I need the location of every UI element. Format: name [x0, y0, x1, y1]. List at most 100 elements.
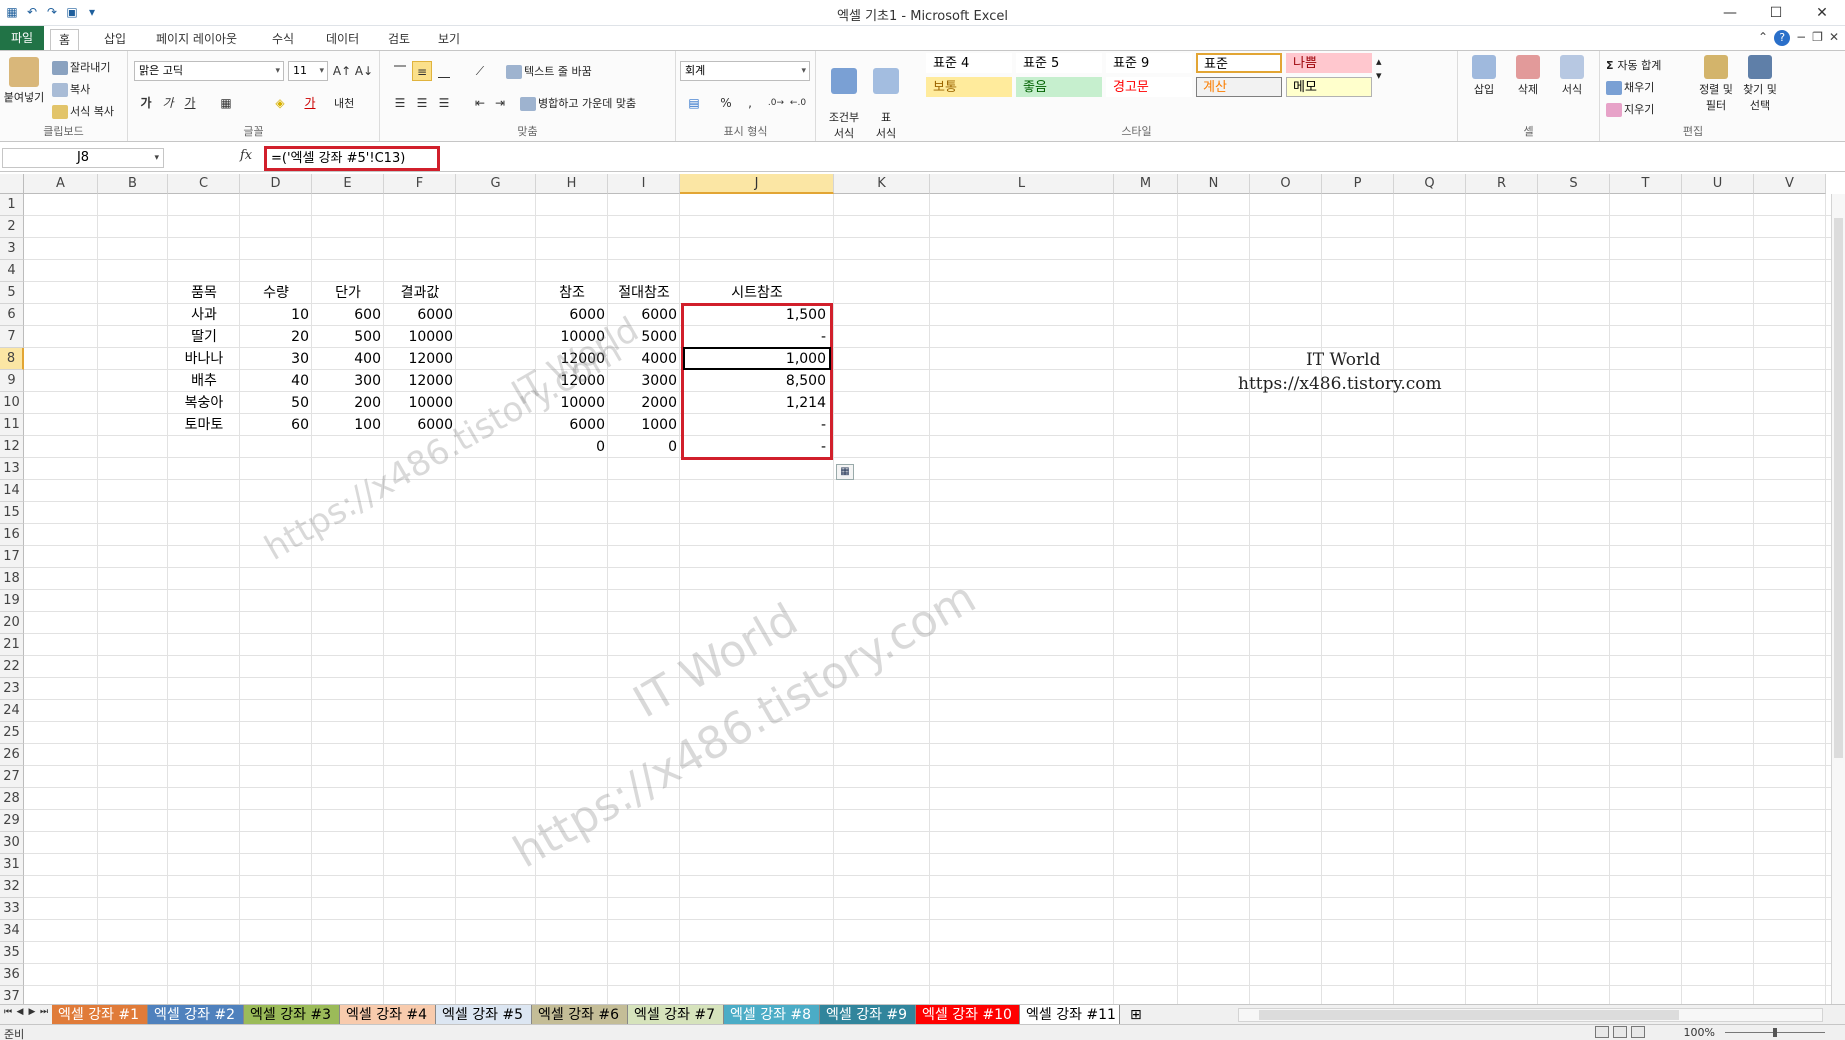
row-header-30[interactable]: 30: [0, 832, 24, 854]
price-cell[interactable]: 600: [312, 304, 384, 326]
row-header-12[interactable]: 12: [0, 436, 24, 458]
percent-button[interactable]: %: [716, 93, 736, 113]
border-icon[interactable]: ▦: [216, 93, 236, 113]
row-header-21[interactable]: 21: [0, 634, 24, 656]
row-header-1[interactable]: 1: [0, 194, 24, 216]
column-header-g[interactable]: G: [456, 174, 536, 194]
cell-style-9[interactable]: 메모: [1286, 77, 1372, 97]
header-cell-absref[interactable]: 절대참조: [608, 282, 680, 304]
header-cell-qty[interactable]: 수량: [240, 282, 312, 304]
column-header-n[interactable]: N: [1178, 174, 1250, 194]
column-header-p[interactable]: P: [1322, 174, 1394, 194]
row-header-37[interactable]: 37: [0, 986, 24, 1004]
column-header-q[interactable]: Q: [1394, 174, 1466, 194]
row-header-29[interactable]: 29: [0, 810, 24, 832]
row-header-22[interactable]: 22: [0, 656, 24, 678]
column-header-r[interactable]: R: [1466, 174, 1538, 194]
row-header-5[interactable]: 5: [0, 282, 24, 304]
absref-cell[interactable]: 0: [608, 436, 680, 458]
find-select-button[interactable]: 찾기 및 선택: [1738, 51, 1782, 113]
format-painter-button[interactable]: 서식 복사: [52, 103, 114, 119]
result-cell[interactable]: 12000: [384, 370, 456, 392]
result-cell[interactable]: 10000: [384, 392, 456, 414]
prev-sheet-icon[interactable]: ◀: [14, 1007, 26, 1017]
normal-view-icon[interactable]: [1595, 1026, 1609, 1038]
row-header-16[interactable]: 16: [0, 524, 24, 546]
sheet-tab-4[interactable]: 엑셀 강좌 #4: [340, 1005, 436, 1025]
copy-button[interactable]: 복사: [52, 81, 90, 97]
absref-cell[interactable]: 1000: [608, 414, 680, 436]
item-cell[interactable]: 딸기: [168, 326, 240, 348]
insert-sheet-icon[interactable]: ⊞: [1124, 1005, 1148, 1025]
item-cell[interactable]: 복숭아: [168, 392, 240, 414]
worksheet-grid[interactable]: A B C D E F G H I J K L M N O P Q R S T U V 1 2 3 4 5 6 7 8 9 10 11 12 13 1…: [0, 174, 1845, 1004]
row-header-26[interactable]: 26: [0, 744, 24, 766]
vertical-scroll-thumb[interactable]: [1834, 218, 1843, 758]
cell-style-4[interactable]: 나쁨: [1286, 53, 1372, 73]
number-format-select[interactable]: 회계: [680, 61, 810, 81]
sheet-tab-11[interactable]: 엑셀 강좌 #11: [1020, 1005, 1120, 1025]
wrap-text-button[interactable]: 텍스트 줄 바꿈: [506, 63, 592, 79]
column-header-c[interactable]: C: [168, 174, 240, 194]
item-cell[interactable]: 토마토: [168, 414, 240, 436]
fill-button[interactable]: 채우기: [1606, 79, 1654, 95]
clear-button[interactable]: 지우기: [1606, 101, 1654, 117]
fill-color-icon[interactable]: ◈: [270, 93, 290, 113]
header-cell-item[interactable]: 품목: [168, 282, 240, 304]
sheet-tab-2[interactable]: 엑셀 강좌 #2: [148, 1005, 244, 1025]
header-cell-ref[interactable]: 참조: [536, 282, 608, 304]
font-name-select[interactable]: 맑은 고딕: [134, 61, 284, 81]
cell-style-5[interactable]: 보통: [926, 77, 1012, 97]
column-header-b[interactable]: B: [98, 174, 168, 194]
align-center-icon[interactable]: ☰: [412, 93, 432, 113]
orientation-icon[interactable]: ⟋: [470, 61, 490, 81]
sheet-tab-9[interactable]: 엑셀 강좌 #9: [820, 1005, 916, 1025]
price-cell[interactable]: 100: [312, 414, 384, 436]
row-header-32[interactable]: 32: [0, 876, 24, 898]
sheet-tab-1[interactable]: 엑셀 강좌 #1: [52, 1005, 148, 1025]
tab-view[interactable]: 보기: [430, 29, 468, 50]
font-size-select[interactable]: 11: [288, 61, 328, 81]
last-sheet-icon[interactable]: ⏭: [38, 1007, 50, 1017]
price-cell[interactable]: [312, 436, 384, 458]
cell-style-2[interactable]: 표준 9: [1106, 53, 1192, 73]
column-header-u[interactable]: U: [1682, 174, 1754, 194]
tab-formulas[interactable]: 수식: [264, 29, 302, 50]
row-header-19[interactable]: 19: [0, 590, 24, 612]
italic-button[interactable]: 가: [158, 93, 178, 113]
merge-center-button[interactable]: 병합하고 가운데 맞춤: [520, 95, 636, 111]
accounting-format-icon[interactable]: ▤: [684, 93, 704, 113]
vertical-scrollbar[interactable]: [1831, 194, 1845, 1004]
row-header-31[interactable]: 31: [0, 854, 24, 876]
item-cell[interactable]: 사과: [168, 304, 240, 326]
bold-button[interactable]: 가: [136, 93, 156, 113]
autosum-button[interactable]: Σ 자동 합계: [1606, 57, 1661, 73]
sheet-tab-10[interactable]: 엑셀 강좌 #10: [916, 1005, 1020, 1025]
comma-button[interactable]: ,: [740, 93, 760, 113]
increase-indent-icon[interactable]: ⇥: [490, 93, 510, 113]
tab-review[interactable]: 검토: [380, 29, 418, 50]
styles-scroll-icon[interactable]: ▴ ▾: [1376, 55, 1382, 83]
maximize-button[interactable]: ☐: [1753, 0, 1799, 26]
phonetic-button[interactable]: 내천: [334, 95, 354, 111]
row-header-17[interactable]: 17: [0, 546, 24, 568]
tab-insert[interactable]: 삽입: [96, 29, 134, 50]
tab-page-layout[interactable]: 페이지 레이아웃: [148, 29, 245, 50]
result-cell[interactable]: 12000: [384, 348, 456, 370]
row-header-36[interactable]: 36: [0, 964, 24, 986]
row-header-3[interactable]: 3: [0, 238, 24, 260]
sheet-tab-5[interactable]: 엑셀 강좌 #5: [436, 1005, 532, 1025]
first-sheet-icon[interactable]: ⏮: [2, 1007, 14, 1017]
formula-input[interactable]: =('엑셀 강좌 #5'!C13): [264, 146, 440, 171]
column-header-i[interactable]: I: [608, 174, 680, 194]
price-cell[interactable]: 400: [312, 348, 384, 370]
cell-style-7[interactable]: 경고문: [1106, 77, 1192, 97]
align-middle-icon[interactable]: ≡: [412, 61, 432, 81]
price-cell[interactable]: 200: [312, 392, 384, 414]
font-color-icon[interactable]: 가: [300, 93, 320, 113]
page-break-view-icon[interactable]: [1631, 1026, 1645, 1038]
doc-close-icon[interactable]: ✕: [1829, 30, 1839, 46]
column-header-t[interactable]: T: [1610, 174, 1682, 194]
sort-filter-button[interactable]: 정렬 및 필터: [1696, 51, 1736, 113]
sheet-tab-7[interactable]: 엑셀 강좌 #7: [628, 1005, 724, 1025]
